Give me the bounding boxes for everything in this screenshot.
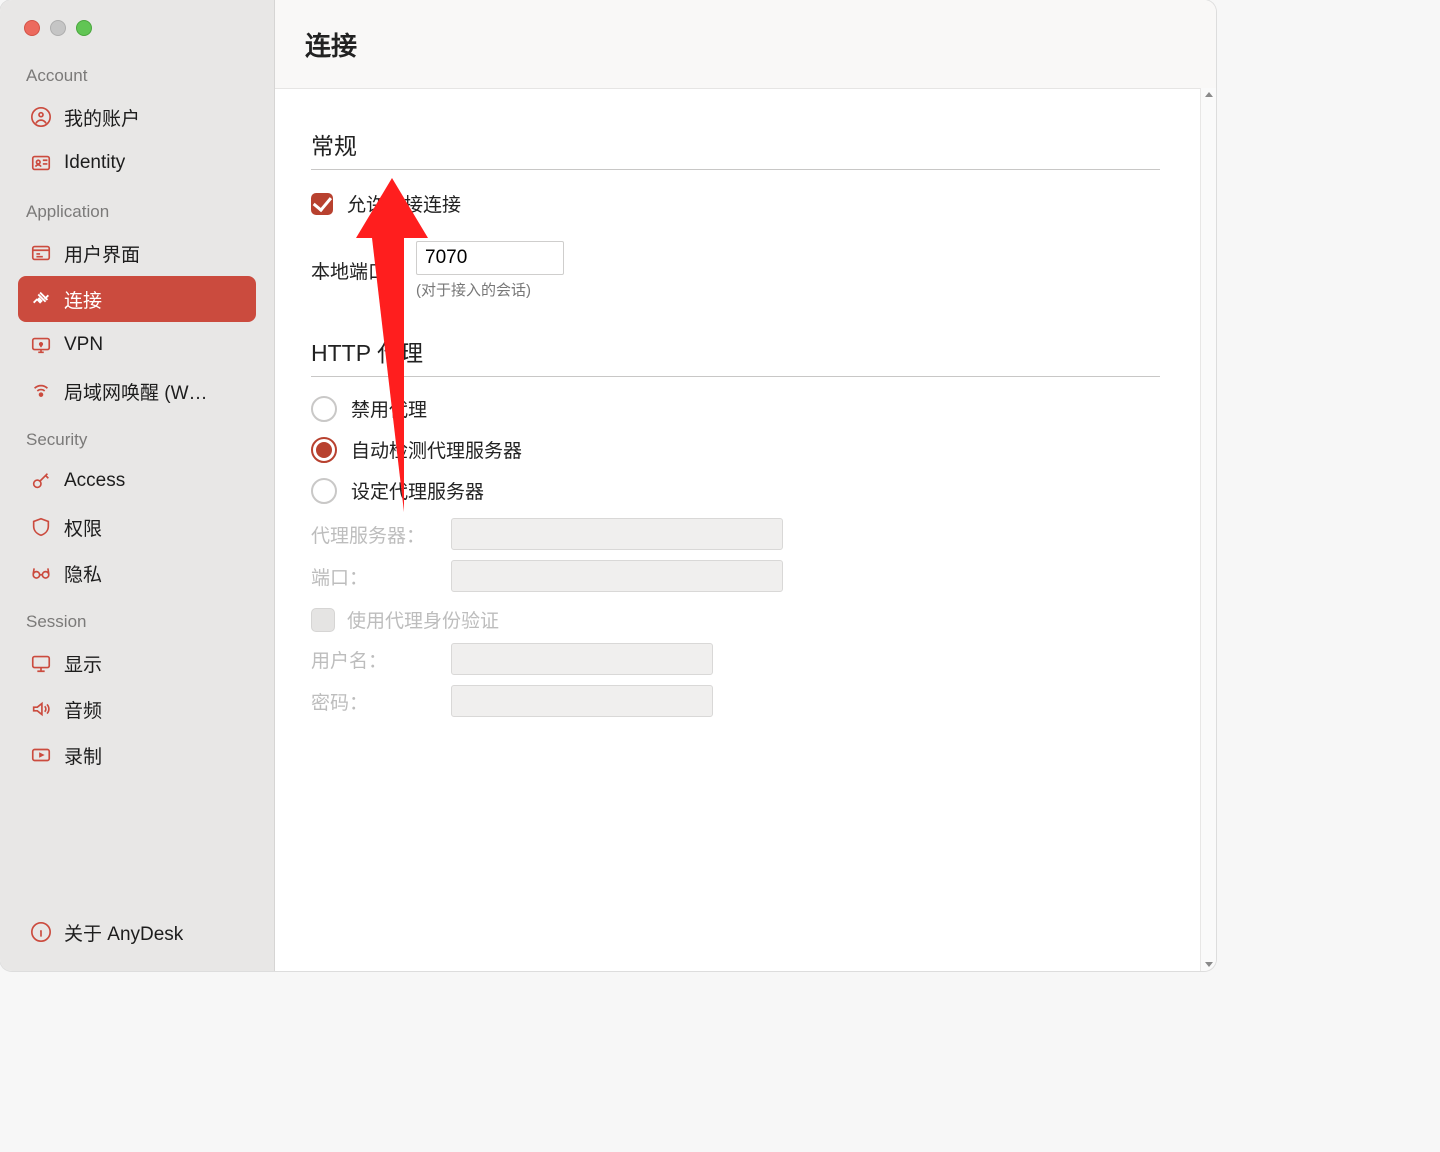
shield-icon [30,516,52,538]
proxy-server-input [451,518,783,550]
vpn-icon [30,334,52,356]
sidebar-item-label: 隐私 [64,560,102,587]
minimize-window-button[interactable] [50,20,66,36]
sidebar-item-label: 关于 AnyDesk [64,919,183,946]
sidebar-item-wol[interactable]: 局域网唤醒 (W… [18,368,256,414]
content-area: 常规 允许直接连接 本地端口： (对于接入的会话) HTTP 代理 禁用代理 [275,89,1216,971]
proxy-user-label: 用户名： [311,646,441,673]
group-proxy-title: HTTP 代理 [311,334,1160,377]
settings-window: Account 我的账户 Identity Application [0,0,1216,971]
sidebar-item-vpn[interactable]: VPN [18,322,256,368]
key-icon [30,470,52,492]
proxy-radio-group: 禁用代理 自动检测代理服务器 设定代理服务器 [311,395,1160,504]
sidebar-item-audio[interactable]: 音频 [18,686,256,732]
proxy-auth-checkbox [311,608,335,632]
sidebar-item-ui[interactable]: 用户界面 [18,230,256,276]
proxy-radio-disable-label: 禁用代理 [351,395,427,422]
sidebar-item-label: 录制 [64,742,102,769]
ui-icon [30,242,52,264]
sidebar-item-label: 连接 [64,286,102,313]
info-icon [30,921,52,943]
scrollbar[interactable] [1200,88,1216,971]
window-controls [0,0,274,50]
sidebar-item-label: 显示 [64,650,102,677]
close-window-button[interactable] [24,20,40,36]
zoom-window-button[interactable] [76,20,92,36]
audio-icon [30,698,52,720]
sidebar-item-record[interactable]: 录制 [18,732,256,778]
proxy-server-label: 代理服务器： [311,521,441,548]
sidebar-item-label: 我的账户 [64,104,140,131]
sidebar-item-label: VPN [64,334,103,356]
sidebar-item-about[interactable]: 关于 AnyDesk [18,909,256,955]
proxy-radio-auto[interactable] [311,437,337,463]
sidebar-item-label: 音频 [64,696,102,723]
sidebar-item-label: 权限 [64,514,102,541]
id-card-icon [30,152,52,174]
plug-icon [30,288,52,310]
proxy-port-label: 端口： [311,563,441,590]
proxy-radio-disable[interactable] [311,396,337,422]
proxy-radio-manual[interactable] [311,478,337,504]
sidebar-item-display[interactable]: 显示 [18,640,256,686]
glasses-icon [30,562,52,584]
allow-direct-checkbox[interactable] [311,193,333,215]
sidebar-item-privacy[interactable]: 隐私 [18,550,256,596]
titlebar: 连接 [275,0,1216,89]
user-circle-icon [30,106,52,128]
sidebar-section-account: Account [0,50,274,94]
sidebar-item-label: Identity [64,152,125,174]
sidebar-section-application: Application [0,186,274,230]
sidebar-item-label: Access [64,470,125,492]
page-title: 连接 [305,26,357,63]
sidebar-item-permissions[interactable]: 权限 [18,504,256,550]
local-port-label: 本地端口： [311,257,406,284]
sidebar-item-my-account[interactable]: 我的账户 [18,94,256,140]
sidebar-item-identity[interactable]: Identity [18,140,256,186]
proxy-radio-manual-label: 设定代理服务器 [351,477,484,504]
sidebar-item-label: 用户界面 [64,240,140,267]
proxy-auth-label: 使用代理身份验证 [347,606,499,633]
sidebar-section-session: Session [0,596,274,640]
proxy-fields: 代理服务器： 端口： 使用代理身份验证 用户名： 密码： [311,518,1160,717]
sidebar: Account 我的账户 Identity Application [0,0,275,971]
proxy-port-input [451,560,783,592]
proxy-pass-label: 密码： [311,688,441,715]
proxy-user-input [451,643,713,675]
display-icon [30,652,52,674]
sidebar-section-security: Security [0,414,274,458]
sidebar-item-label: 局域网唤醒 (W… [64,378,208,405]
sidebar-item-access[interactable]: Access [18,458,256,504]
proxy-radio-auto-label: 自动检测代理服务器 [351,436,522,463]
main-panel: 连接 常规 允许直接连接 本地端口： (对于接入的会话) HTTP 代理 禁用代… [275,0,1216,971]
wol-icon [30,380,52,402]
local-port-hint: (对于接入的会话) [416,275,564,300]
sidebar-item-connection[interactable]: 连接 [18,276,256,322]
local-port-input[interactable] [416,241,564,275]
proxy-pass-input [451,685,713,717]
record-icon [30,744,52,766]
allow-direct-label: 允许直接连接 [347,190,461,217]
group-general-title: 常规 [311,127,1160,170]
